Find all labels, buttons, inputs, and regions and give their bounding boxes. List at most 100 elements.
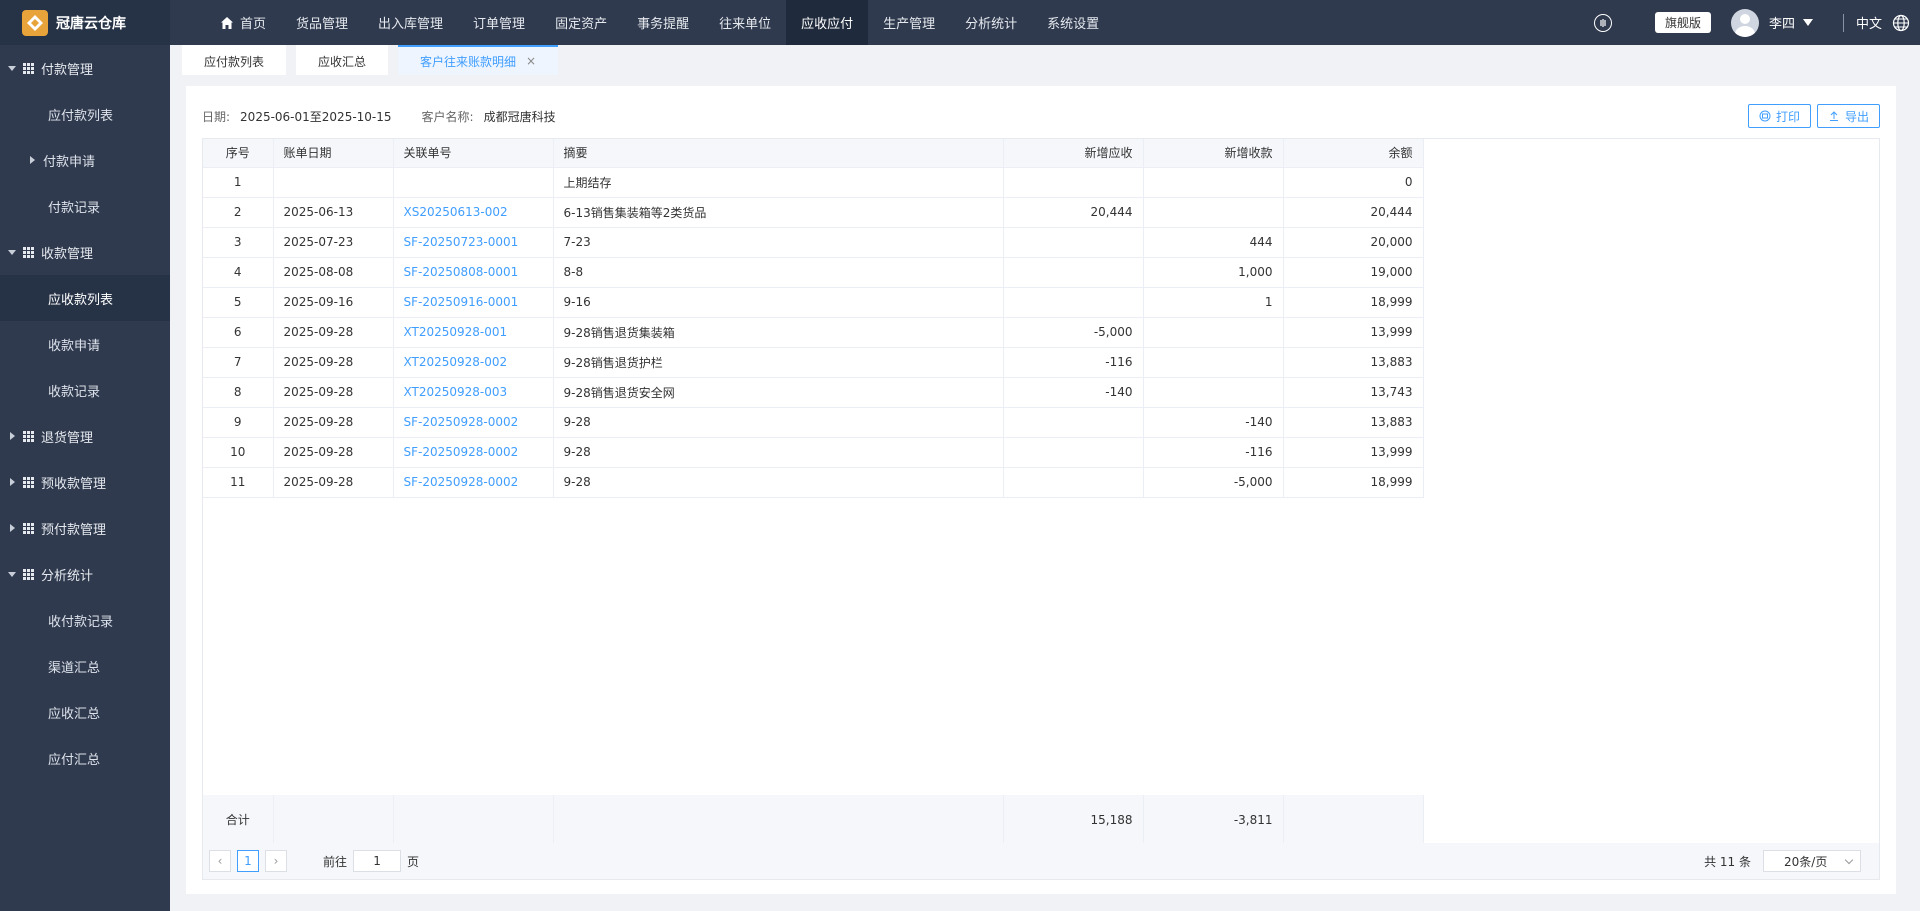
tab-customer-account-detail[interactable]: 客户往来账款明细 × [398,45,559,75]
cell-ref-link[interactable]: SF-20250916-0001 [393,287,554,318]
total-empty-cell [1283,795,1424,846]
cell-ref-link[interactable]: SF-20250723-0001 [393,227,554,258]
cell-balance: 13,999 [1283,437,1424,468]
nav-item-fixed-assets[interactable]: 固定资产 [540,0,622,45]
cell-ref-link[interactable]: XT20250928-001 [393,317,554,348]
cell-ref-link[interactable]: SF-20250928-0002 [393,437,554,468]
nav-item-settings[interactable]: 系统设置 [1032,0,1114,45]
nav-item-home[interactable]: 首页 [205,0,281,45]
brand[interactable]: 冠唐云仓库 [0,0,170,45]
chevron-down-icon[interactable] [1802,19,1813,26]
table-row[interactable]: 11 2025-09-28 SF-20250928-0002 9-28 -5,0… [203,467,1424,498]
cell-no: 9 [203,407,274,438]
nav-item-receivable-payable[interactable]: 应收应付 [786,0,869,45]
prev-page-button[interactable]: ‹ [209,850,231,872]
grid-icon [23,522,34,534]
globe-icon[interactable] [1892,14,1910,32]
sidebar-item-payable-summary[interactable]: 应付汇总 [0,735,170,781]
cell-balance: 13,883 [1283,407,1424,438]
table-row[interactable]: 8 2025-09-28 XT20250928-003 9-28销售退货安全网 … [203,377,1424,408]
nav-item-stock-io[interactable]: 出入库管理 [363,0,458,45]
sidebar-group-analytics[interactable]: 分析统计 [0,551,170,597]
goto-page: 前往 1 页 [323,850,419,872]
sidebar-group-advance-receipt[interactable]: 预收款管理 [0,459,170,505]
col-header-new-receivable[interactable]: 新增应收 [1003,139,1144,168]
sidebar-group-returns[interactable]: 退货管理 [0,413,170,459]
sidebar-item-receipt-request[interactable]: 收款申请 [0,321,170,367]
nav-item-label: 首页 [240,17,267,32]
close-icon[interactable]: × [526,54,536,68]
table-row[interactable]: 3 2025-07-23 SF-20250723-0001 7-23 444 2… [203,227,1424,258]
sidebar-item-receipt-records[interactable]: 收款记录 [0,367,170,413]
user-name[interactable]: 李四 [1769,13,1795,32]
help-icon[interactable] [1593,13,1612,32]
nav-item-orders[interactable]: 订单管理 [458,0,540,45]
col-header-date[interactable]: 账单日期 [273,139,394,168]
nav-item-production[interactable]: 生产管理 [868,0,950,45]
upload-icon [1829,111,1838,121]
cell-ref-link[interactable]: XT20250928-002 [393,347,554,378]
col-header-ref[interactable]: 关联单号 [393,139,554,168]
col-header-new-receipt[interactable]: 新增收款 [1143,139,1284,168]
cell-ref-link[interactable]: SF-20250808-0001 [393,257,554,288]
grid-icon [23,430,34,442]
table-row[interactable]: 5 2025-09-16 SF-20250916-0001 9-16 1 18,… [203,287,1424,318]
cell-new-receipt [1143,347,1284,378]
nav-item-reminders[interactable]: 事务提醒 [622,0,704,45]
table-row[interactable]: 6 2025-09-28 XT20250928-001 9-28销售退货集装箱 … [203,317,1424,348]
sidebar-group-receipt[interactable]: 收款管理 [0,229,170,275]
table-row[interactable]: 2 2025-06-13 XS20250613-002 6-13销售集装箱等2类… [203,197,1424,228]
sidebar-item-payment-records[interactable]: 付款记录 [0,183,170,229]
nav-item-goods[interactable]: 货品管理 [281,0,363,45]
page-number-button[interactable]: 1 [237,850,259,872]
table-row[interactable]: 10 2025-09-28 SF-20250928-0002 9-28 -116… [203,437,1424,468]
caret-down-icon [8,249,16,255]
sidebar-group-label: 付款管理 [41,62,94,78]
cell-new-receivable [1003,437,1144,468]
language-switch[interactable]: 中文 [1856,13,1882,32]
edition-badge: 旗舰版 [1654,12,1711,33]
cell-new-receipt [1143,317,1284,348]
tab-label: 客户往来账款明细 [420,54,517,69]
table-row[interactable]: 7 2025-09-28 XT20250928-002 9-28销售退货护栏 -… [203,347,1424,378]
cell-ref-link[interactable]: XS20250613-002 [393,197,554,228]
nav-item-analytics[interactable]: 分析统计 [950,0,1032,45]
sidebar-item-channel-summary[interactable]: 渠道汇总 [0,643,170,689]
sidebar-item-receivable-list[interactable]: 应收款列表 [0,275,170,321]
avatar[interactable] [1730,8,1759,37]
cell-ref-link[interactable]: SF-20250928-0002 [393,467,554,498]
tab-payable-list[interactable]: 应付款列表 [182,45,287,75]
page-size-select[interactable]: 20条/页 [1763,850,1861,872]
cell-date: 2025-09-16 [273,287,394,318]
cell-no: 1 [203,167,274,198]
cell-balance: 20,444 [1283,197,1424,228]
printer-icon [1759,110,1771,122]
sidebar-item-receipt-payment-records[interactable]: 收付款记录 [0,597,170,643]
table-row[interactable]: 1 上期结存 0 [203,167,1424,198]
cell-ref-link[interactable]: SF-20250928-0002 [393,407,554,438]
cell-new-receivable [1003,287,1144,318]
cell-ref-link[interactable]: XT20250928-003 [393,377,554,408]
sidebar-group-advance-payment[interactable]: 预付款管理 [0,505,170,551]
cell-ref-link[interactable] [393,167,554,198]
col-header-summary[interactable]: 摘要 [553,139,1004,168]
sidebar-group-payment[interactable]: 付款管理 [0,45,170,91]
col-header-no[interactable]: 序号 [203,139,274,168]
table-row[interactable]: 4 2025-08-08 SF-20250808-0001 8-8 1,000 … [203,257,1424,288]
col-header-balance[interactable]: 余额 [1283,139,1424,168]
total-row: 合计 15,188 -3,811 [203,795,1424,846]
next-page-button[interactable]: › [265,850,287,872]
tab-receivable-summary[interactable]: 应收汇总 [296,45,389,75]
caret-down-icon [8,65,16,71]
print-button[interactable]: 打印 [1747,104,1811,128]
main-nav: 首页 货品管理 出入库管理 订单管理 固定资产 事务提醒 往来单位 应收应付 生… [205,0,1114,45]
nav-item-partners[interactable]: 往来单位 [704,0,786,45]
cell-balance: 18,999 [1283,287,1424,318]
goto-page-input[interactable]: 1 [353,850,402,872]
table-row[interactable]: 9 2025-09-28 SF-20250928-0002 9-28 -140 … [203,407,1424,438]
export-button[interactable]: 导出 [1816,104,1880,128]
cell-balance: 18,999 [1283,467,1424,498]
sidebar-item-payable-list[interactable]: 应付款列表 [0,91,170,137]
sidebar-item-receivable-summary[interactable]: 应收汇总 [0,689,170,735]
sidebar-item-payment-request[interactable]: 付款申请 [0,137,170,183]
